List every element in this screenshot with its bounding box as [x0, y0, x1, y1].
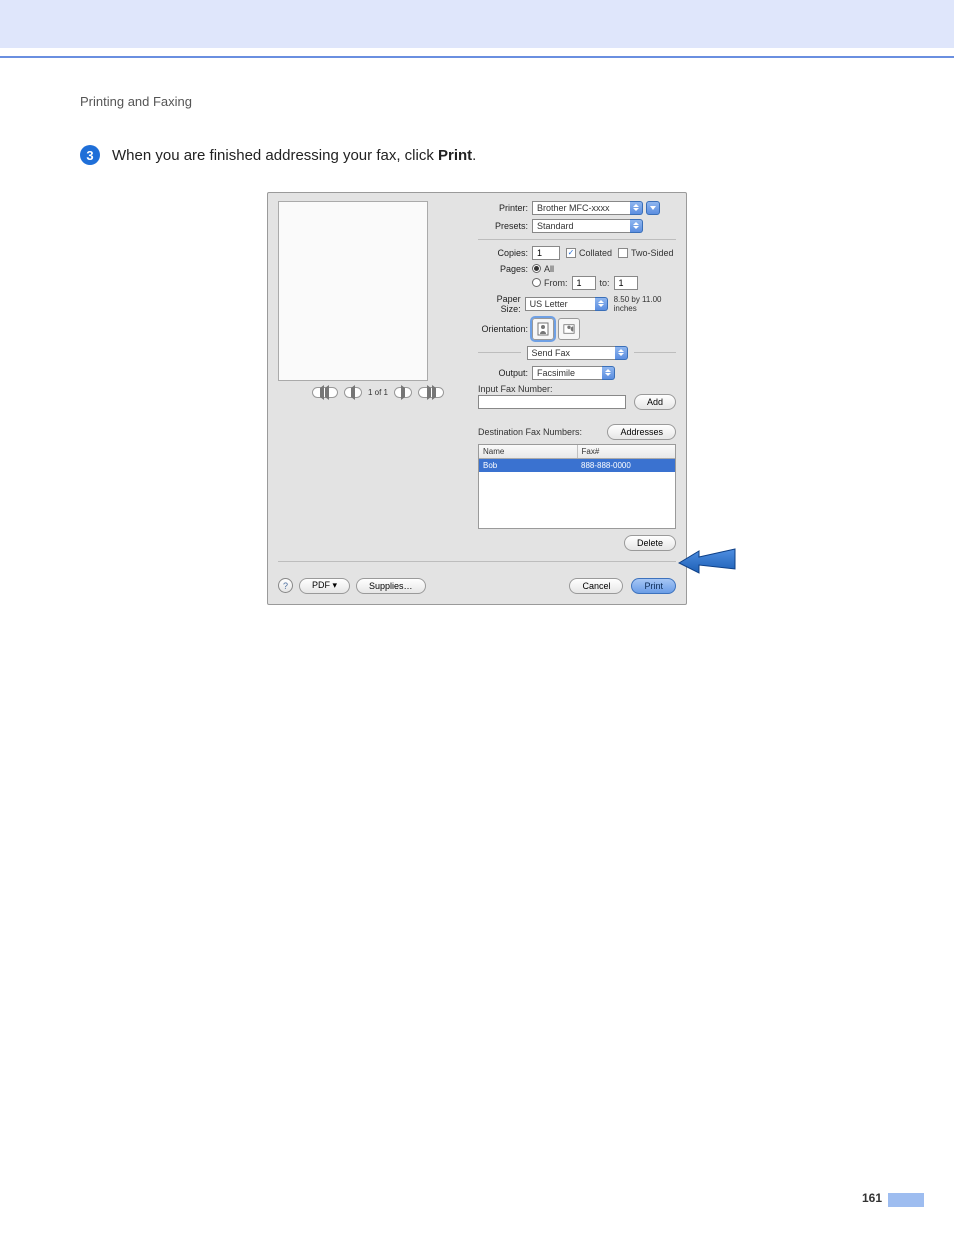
orientation-label: Orientation: [478, 324, 532, 334]
pager-first-button[interactable] [312, 387, 338, 398]
input-fax-number-field[interactable] [478, 395, 626, 409]
column-name[interactable]: Name [479, 445, 578, 458]
paper-size-label: Paper Size: [478, 294, 525, 314]
paper-size-value: US Letter [525, 297, 595, 311]
section-separator: Send Fax [478, 346, 676, 360]
page-number-accent [888, 1193, 924, 1207]
cell-name: Bob [479, 459, 577, 472]
presets-value: Standard [532, 219, 630, 233]
separator [478, 239, 676, 240]
help-button[interactable]: ? [278, 578, 293, 593]
table-empty-area [479, 472, 675, 528]
paper-size-hint: 8.50 by 11.00 inches [614, 295, 676, 313]
select-arrows-icon [630, 219, 643, 233]
presets-label: Presets: [478, 221, 532, 231]
person-landscape-icon [563, 322, 575, 336]
twosided-label: Two-Sided [631, 248, 674, 258]
step-number-badge: 3 [80, 145, 100, 165]
section-select[interactable]: Send Fax [527, 346, 628, 360]
orientation-landscape-button[interactable] [558, 318, 580, 340]
print-dialog: 1 of 1 Printer: Brother MFC-xxxx [267, 192, 687, 605]
breadcrumb: Printing and Faxing [80, 94, 886, 109]
paper-size-select[interactable]: US Letter [525, 297, 608, 311]
dialog-bottom-bar: ? PDF ▾ Supplies… Cancel Print [278, 578, 676, 594]
input-fax-label: Input Fax Number: [478, 384, 676, 394]
printer-value: Brother MFC-xxxx [532, 201, 630, 215]
select-arrows-icon [630, 201, 643, 215]
pager-label: 1 of 1 [368, 388, 388, 397]
twosided-checkbox[interactable] [618, 248, 628, 258]
copies-label: Copies: [478, 248, 532, 258]
step-text-bold: Print [438, 147, 472, 164]
addresses-button[interactable]: Addresses [607, 424, 676, 440]
step-text-prefix: When you are finished addressing your fa… [112, 147, 438, 164]
dialog-wrapper: 1 of 1 Printer: Brother MFC-xxxx [267, 192, 699, 605]
presets-select[interactable]: Standard [532, 219, 643, 233]
supplies-button[interactable]: Supplies… [356, 578, 426, 594]
person-portrait-icon [537, 322, 549, 336]
pages-label: Pages: [478, 264, 532, 274]
pager-next-button[interactable] [394, 387, 412, 398]
pages-to-input[interactable] [614, 276, 638, 290]
destination-table: Name Fax# Bob 888-888-0000 [478, 444, 676, 529]
pages-from-radio[interactable] [532, 278, 541, 287]
pages-all-radio[interactable] [532, 264, 541, 273]
output-select[interactable]: Facsimile [532, 366, 615, 380]
output-label: Output: [478, 368, 532, 378]
output-value: Facsimile [532, 366, 602, 380]
print-button[interactable]: Print [631, 578, 676, 594]
pages-from-input[interactable] [572, 276, 596, 290]
page-body: Printing and Faxing 3 When you are finis… [0, 58, 954, 605]
printer-disclosure-button[interactable] [646, 201, 660, 215]
add-button[interactable]: Add [634, 394, 676, 410]
printer-label: Printer: [478, 203, 532, 213]
copies-input[interactable] [532, 246, 560, 260]
separator [278, 561, 676, 562]
column-fax[interactable]: Fax# [578, 445, 676, 458]
select-arrows-icon [615, 346, 628, 360]
pages-from-label: From: [544, 278, 568, 288]
preview-pager: 1 of 1 [278, 387, 478, 398]
step-row: 3 When you are finished addressing your … [80, 145, 886, 168]
print-preview-pane [278, 201, 428, 381]
page-number: 161 [862, 1191, 882, 1205]
select-arrows-icon [595, 297, 608, 311]
select-arrows-icon [602, 366, 615, 380]
top-blue-band [0, 0, 954, 48]
cell-fax: 888-888-0000 [577, 459, 675, 472]
cancel-button[interactable]: Cancel [569, 578, 623, 594]
orientation-portrait-button[interactable] [532, 318, 554, 340]
collated-checkbox[interactable] [566, 248, 576, 258]
pager-prev-button[interactable] [344, 387, 362, 398]
pager-last-button[interactable] [418, 387, 444, 398]
delete-button[interactable]: Delete [624, 535, 676, 551]
section-value: Send Fax [527, 346, 615, 360]
table-row[interactable]: Bob 888-888-0000 [479, 459, 675, 472]
annotation-arrow-icon [677, 541, 737, 577]
pages-to-label: to: [600, 278, 610, 288]
table-header: Name Fax# [479, 445, 675, 459]
pages-all-label: All [544, 264, 554, 274]
destination-label: Destination Fax Numbers: [478, 427, 582, 437]
pdf-dropdown-button[interactable]: PDF ▾ [299, 578, 350, 594]
collated-label: Collated [579, 248, 612, 258]
step-text: When you are finished addressing your fa… [112, 145, 476, 168]
printer-select[interactable]: Brother MFC-xxxx [532, 201, 643, 215]
step-text-suffix: . [472, 147, 476, 164]
